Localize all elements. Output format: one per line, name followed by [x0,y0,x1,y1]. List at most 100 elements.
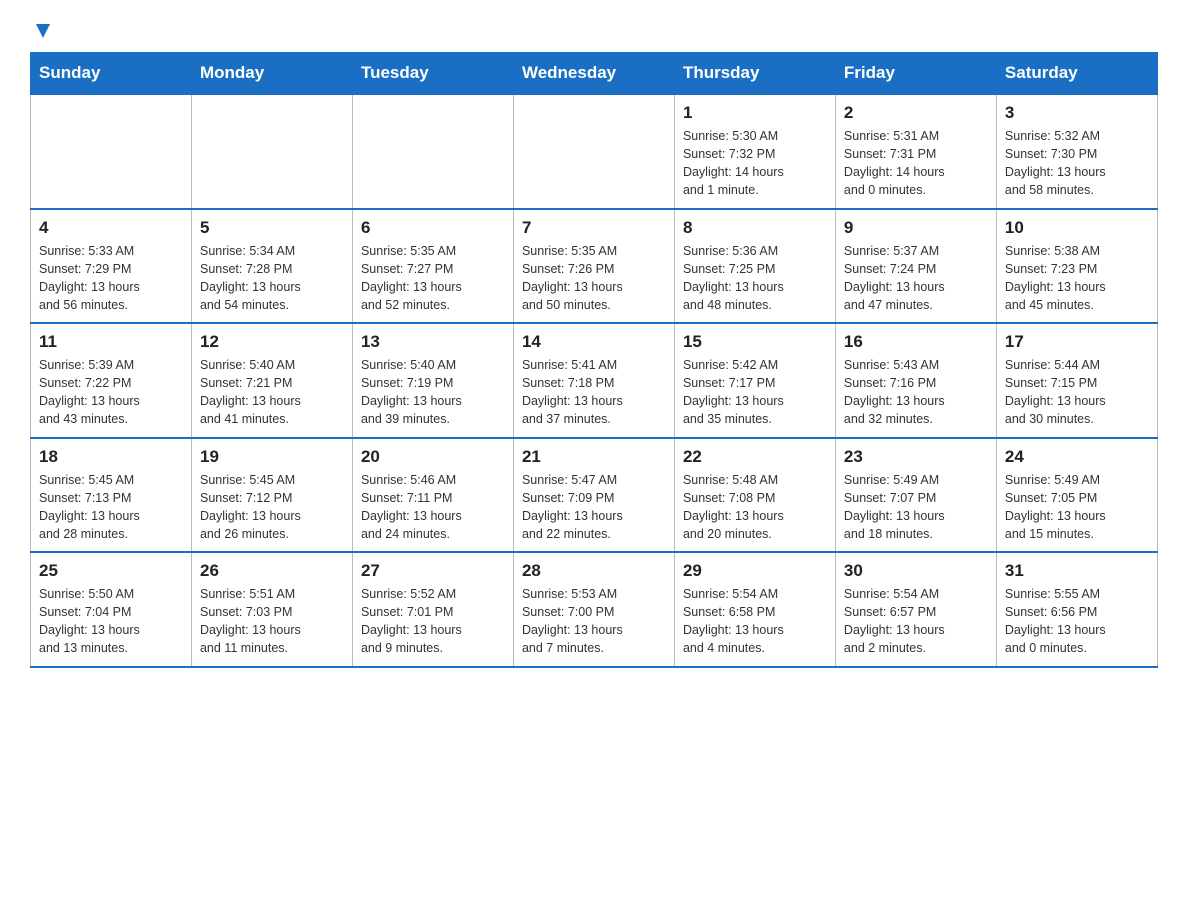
day-number: 25 [39,561,183,581]
day-info: Sunrise: 5:31 AMSunset: 7:31 PMDaylight:… [844,127,988,200]
calendar-cell: 11 Sunrise: 5:39 AMSunset: 7:22 PMDayligh… [31,323,192,438]
day-info: Sunrise: 5:55 AMSunset: 6:56 PMDaylight:… [1005,585,1149,658]
calendar-cell: 10Sunrise: 5:38 AMSunset: 7:23 PMDayligh… [996,209,1157,324]
day-info: Sunrise: 5:51 AMSunset: 7:03 PMDaylight:… [200,585,344,658]
day-number: 3 [1005,103,1149,123]
day-number: 21 [522,447,666,467]
day-info: Sunrise: 5:32 AMSunset: 7:30 PMDaylight:… [1005,127,1149,200]
calendar-cell: 21 Sunrise: 5:47 AMSunset: 7:09 PMDayligh… [513,438,674,553]
day-number: 7 [522,218,666,238]
day-number: 11 [39,332,183,352]
day-info: Sunrise: 5:49 AMSunset: 7:07 PMDaylight:… [844,471,988,544]
day-number: 10 [1005,218,1149,238]
day-info: Sunrise: 5:44 AMSunset: 7:15 PMDaylight:… [1005,356,1149,429]
calendar-cell: 30Sunrise: 5:54 AMSunset: 6:57 PMDayligh… [835,552,996,667]
day-info: Sunrise: 5:50 AMSunset: 7:04 PMDaylight:… [39,585,183,658]
day-number: 1 [683,103,827,123]
day-info: Sunrise: 5:49 AMSunset: 7:05 PMDaylight:… [1005,471,1149,544]
day-number: 5 [200,218,344,238]
calendar-cell: 25 Sunrise: 5:50 AMSunset: 7:04 PMDayligh… [31,552,192,667]
calendar-week-row: 25 Sunrise: 5:50 AMSunset: 7:04 PMDayligh… [31,552,1158,667]
day-info: Sunrise: 5:54 AMSunset: 6:58 PMDaylight:… [683,585,827,658]
calendar-cell: 22 Sunrise: 5:48 AMSunset: 7:08 PMDayligh… [674,438,835,553]
calendar-cell: 3 Sunrise: 5:32 AMSunset: 7:30 PMDaylight… [996,94,1157,209]
calendar-table: SundayMondayTuesdayWednesdayThursdayFrid… [30,52,1158,668]
day-info: Sunrise: 5:48 AMSunset: 7:08 PMDaylight:… [683,471,827,544]
calendar-cell: 18 Sunrise: 5:45 AMSunset: 7:13 PMDayligh… [31,438,192,553]
day-info: Sunrise: 5:36 AMSunset: 7:25 PMDaylight:… [683,242,827,315]
calendar-cell: 17 Sunrise: 5:44 AMSunset: 7:15 PMDayligh… [996,323,1157,438]
day-number: 24 [1005,447,1149,467]
weekday-header-thursday: Thursday [674,53,835,95]
calendar-cell: 26Sunrise: 5:51 AMSunset: 7:03 PMDayligh… [191,552,352,667]
day-number: 13 [361,332,505,352]
calendar-cell: 6 Sunrise: 5:35 AMSunset: 7:27 PMDaylight… [352,209,513,324]
weekday-header-friday: Friday [835,53,996,95]
day-info: Sunrise: 5:43 AMSunset: 7:16 PMDaylight:… [844,356,988,429]
day-number: 29 [683,561,827,581]
calendar-week-row: 4 Sunrise: 5:33 AMSunset: 7:29 PMDaylight… [31,209,1158,324]
day-info: Sunrise: 5:40 AMSunset: 7:21 PMDaylight:… [200,356,344,429]
day-info: Sunrise: 5:52 AMSunset: 7:01 PMDaylight:… [361,585,505,658]
weekday-header-row: SundayMondayTuesdayWednesdayThursdayFrid… [31,53,1158,95]
weekday-header-wednesday: Wednesday [513,53,674,95]
day-info: Sunrise: 5:30 AMSunset: 7:32 PMDaylight:… [683,127,827,200]
calendar-cell: 12 Sunrise: 5:40 AMSunset: 7:21 PMDayligh… [191,323,352,438]
calendar-cell: 14 Sunrise: 5:41 AMSunset: 7:18 PMDayligh… [513,323,674,438]
calendar-cell: 23 Sunrise: 5:49 AMSunset: 7:07 PMDayligh… [835,438,996,553]
day-info: Sunrise: 5:33 AMSunset: 7:29 PMDaylight:… [39,242,183,315]
day-number: 27 [361,561,505,581]
day-number: 18 [39,447,183,467]
day-info: Sunrise: 5:35 AMSunset: 7:27 PMDaylight:… [361,242,505,315]
logo [30,20,54,42]
calendar-cell: 19 Sunrise: 5:45 AMSunset: 7:12 PMDayligh… [191,438,352,553]
calendar-cell: 29 Sunrise: 5:54 AMSunset: 6:58 PMDayligh… [674,552,835,667]
calendar-cell: 7 Sunrise: 5:35 AMSunset: 7:26 PMDaylight… [513,209,674,324]
calendar-cell [191,94,352,209]
calendar-cell [513,94,674,209]
calendar-cell: 5 Sunrise: 5:34 AMSunset: 7:28 PMDaylight… [191,209,352,324]
day-number: 17 [1005,332,1149,352]
calendar-week-row: 11 Sunrise: 5:39 AMSunset: 7:22 PMDayligh… [31,323,1158,438]
day-number: 28 [522,561,666,581]
day-info: Sunrise: 5:39 AMSunset: 7:22 PMDaylight:… [39,356,183,429]
day-number: 19 [200,447,344,467]
day-number: 23 [844,447,988,467]
weekday-header-monday: Monday [191,53,352,95]
day-info: Sunrise: 5:34 AMSunset: 7:28 PMDaylight:… [200,242,344,315]
day-info: Sunrise: 5:45 AMSunset: 7:12 PMDaylight:… [200,471,344,544]
day-info: Sunrise: 5:54 AMSunset: 6:57 PMDaylight:… [844,585,988,658]
logo-triangle-icon [32,20,54,42]
weekday-header-tuesday: Tuesday [352,53,513,95]
calendar-cell: 8Sunrise: 5:36 AMSunset: 7:25 PMDaylight… [674,209,835,324]
day-info: Sunrise: 5:45 AMSunset: 7:13 PMDaylight:… [39,471,183,544]
page-header [30,20,1158,42]
calendar-cell: 15Sunrise: 5:42 AMSunset: 7:17 PMDayligh… [674,323,835,438]
day-info: Sunrise: 5:41 AMSunset: 7:18 PMDaylight:… [522,356,666,429]
calendar-cell [31,94,192,209]
calendar-cell: 27 Sunrise: 5:52 AMSunset: 7:01 PMDayligh… [352,552,513,667]
calendar-cell: 20 Sunrise: 5:46 AMSunset: 7:11 PMDayligh… [352,438,513,553]
day-number: 20 [361,447,505,467]
day-info: Sunrise: 5:37 AMSunset: 7:24 PMDaylight:… [844,242,988,315]
day-info: Sunrise: 5:46 AMSunset: 7:11 PMDaylight:… [361,471,505,544]
calendar-cell: 4 Sunrise: 5:33 AMSunset: 7:29 PMDaylight… [31,209,192,324]
day-number: 6 [361,218,505,238]
day-number: 22 [683,447,827,467]
calendar-cell: 1 Sunrise: 5:30 AMSunset: 7:32 PMDaylight… [674,94,835,209]
day-info: Sunrise: 5:35 AMSunset: 7:26 PMDaylight:… [522,242,666,315]
day-number: 14 [522,332,666,352]
weekday-header-sunday: Sunday [31,53,192,95]
calendar-cell: 9 Sunrise: 5:37 AMSunset: 7:24 PMDaylight… [835,209,996,324]
calendar-cell: 13Sunrise: 5:40 AMSunset: 7:19 PMDayligh… [352,323,513,438]
day-number: 4 [39,218,183,238]
day-number: 9 [844,218,988,238]
calendar-cell: 24 Sunrise: 5:49 AMSunset: 7:05 PMDayligh… [996,438,1157,553]
calendar-cell: 31Sunrise: 5:55 AMSunset: 6:56 PMDayligh… [996,552,1157,667]
day-number: 12 [200,332,344,352]
day-number: 16 [844,332,988,352]
day-info: Sunrise: 5:47 AMSunset: 7:09 PMDaylight:… [522,471,666,544]
day-info: Sunrise: 5:53 AMSunset: 7:00 PMDaylight:… [522,585,666,658]
calendar-cell: 2Sunrise: 5:31 AMSunset: 7:31 PMDaylight… [835,94,996,209]
calendar-cell: 16 Sunrise: 5:43 AMSunset: 7:16 PMDayligh… [835,323,996,438]
